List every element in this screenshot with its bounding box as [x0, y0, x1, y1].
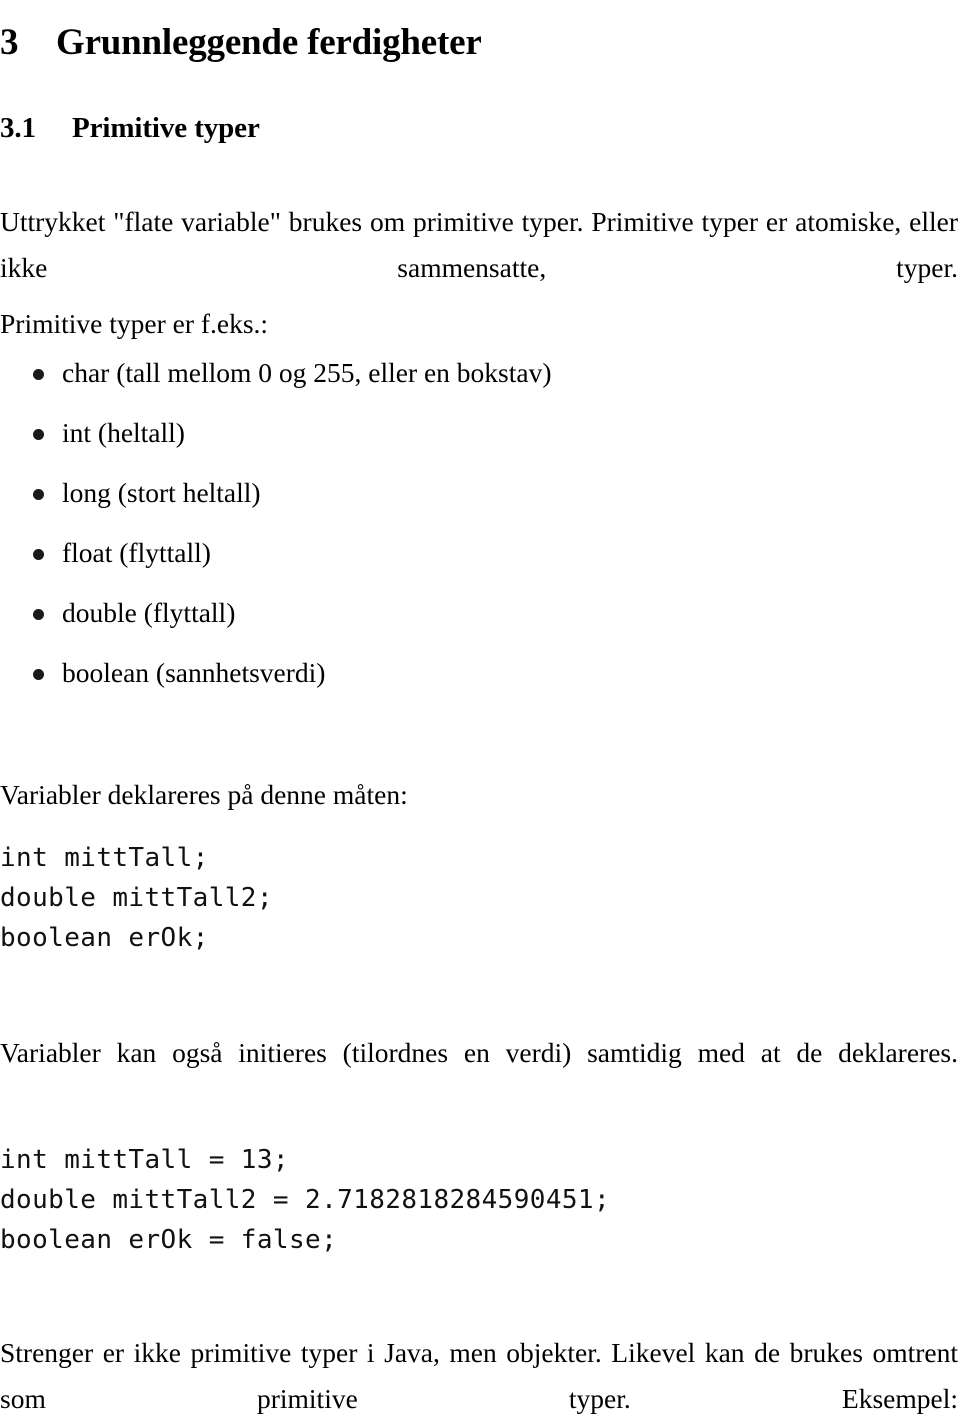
- list-item: boolean (sannhetsverdi): [0, 656, 760, 716]
- bullet-icon: [33, 609, 44, 620]
- subsection-heading: 3.1 Primitive typer: [0, 110, 960, 146]
- bullet-icon: [33, 489, 44, 500]
- bullet-icon: [33, 669, 44, 680]
- list-item-label: int (heltall): [62, 417, 185, 448]
- list-item-label: char (tall mellom 0 og 255, eller en bok…: [62, 357, 552, 388]
- list-item-label: boolean (sannhetsverdi): [62, 657, 326, 688]
- subsection-title: Primitive typer: [72, 112, 260, 145]
- bullet-icon: [33, 369, 44, 380]
- paragraph-initialize: Variabler kan også initieres (tilordnes …: [0, 1036, 958, 1068]
- paragraph-strings: Strenger er ikke primitive typer i Java,…: [0, 1336, 958, 1414]
- paragraph-declare-lead: Variabler deklareres på denne måten:: [0, 778, 408, 810]
- list-item-label: float (flyttall): [62, 537, 211, 568]
- primitive-types-list: char (tall mellom 0 og 255, eller en bok…: [0, 356, 760, 716]
- section-number: 3: [0, 21, 19, 63]
- bullet-icon: [33, 549, 44, 560]
- subsection-number: 3.1: [0, 112, 36, 145]
- list-item: char (tall mellom 0 og 255, eller en bok…: [0, 356, 760, 416]
- list-item-label: double (flyttall): [62, 597, 236, 628]
- list-item: int (heltall): [0, 416, 760, 476]
- list-item: double (flyttall): [0, 596, 760, 656]
- bullet-icon: [33, 429, 44, 440]
- list-item-label: long (stort heltall): [62, 477, 261, 508]
- document-page: 3 Grunnleggende ferdigheter 3.1 Primitive …: [0, 0, 960, 1414]
- paragraph-examples-lead: Primitive typer er f.eks.:: [0, 307, 269, 339]
- list-item: long (stort heltall): [0, 476, 760, 536]
- section-title: Grunnleggende ferdigheter: [56, 21, 482, 63]
- code-block-declaration: int mittTall; double mittTall2; boolean …: [0, 843, 273, 953]
- section-heading: 3 Grunnleggende ferdigheter: [0, 21, 960, 65]
- paragraph-intro: Uttrykket "flate variable" brukes om pri…: [0, 205, 958, 283]
- code-block-initialization: int mittTall = 13; double mittTall2 = 2.…: [0, 1145, 611, 1255]
- list-item: float (flyttall): [0, 536, 760, 596]
